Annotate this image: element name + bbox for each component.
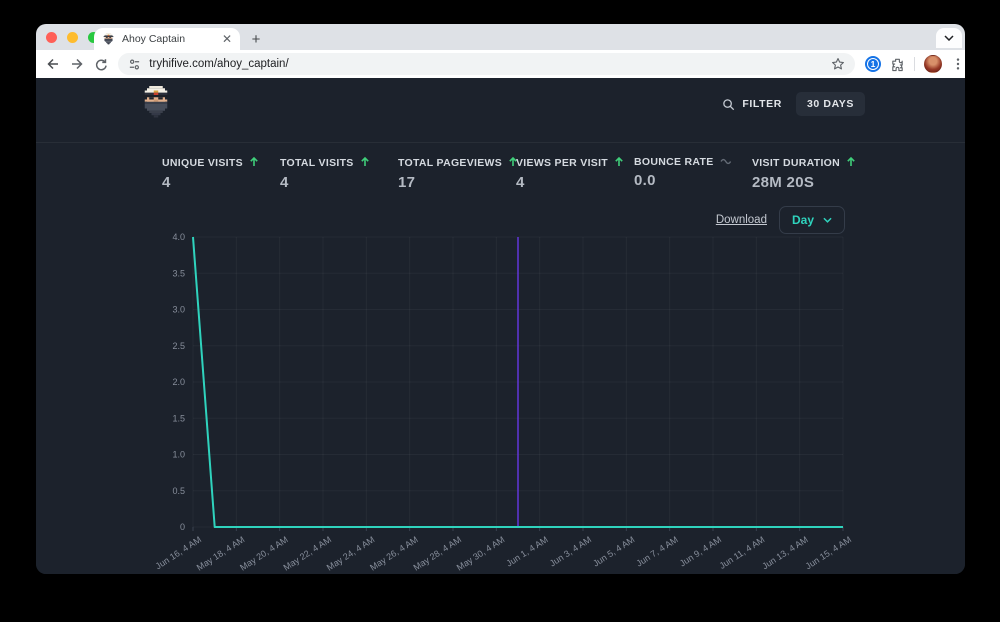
trend-up-icon (846, 156, 856, 170)
svg-text:Jun 9, 4 AM: Jun 9, 4 AM (678, 534, 723, 568)
bookmark-star-icon[interactable] (831, 57, 845, 71)
svg-text:3.5: 3.5 (172, 268, 185, 278)
stat-views-per-visit[interactable]: VIEWS PER VISIT 4 (516, 156, 634, 191)
visits-line-chart[interactable]: 4.03.53.02.52.01.51.00.50Jun 16, 4 AMMay… (36, 228, 965, 574)
stat-value: 4 (280, 174, 289, 191)
svg-text:1.5: 1.5 (172, 413, 185, 423)
svg-text:May 26, 4 AM: May 26, 4 AM (368, 534, 420, 572)
svg-text:May 20, 4 AM: May 20, 4 AM (238, 534, 290, 572)
stat-value: 28M 20S (752, 174, 815, 191)
stat-label: TOTAL PAGEVIEWS (398, 157, 503, 169)
browser-toolbar: tryhifive.com/ahoy_captain/ 1 (36, 50, 965, 78)
stat-label: VISIT DURATION (752, 157, 841, 169)
filter-label: FILTER (742, 98, 782, 110)
browser-tab[interactable]: Ahoy Captain ✕ (94, 28, 240, 50)
tab-search-button[interactable] (936, 28, 962, 48)
site-settings-icon[interactable] (128, 58, 141, 71)
interval-label: Day (791, 212, 814, 227)
svg-text:May 28, 4 AM: May 28, 4 AM (411, 534, 463, 572)
svg-text:Jun 5, 4 AM: Jun 5, 4 AM (591, 534, 636, 568)
stat-value: 4 (516, 174, 525, 191)
toolbar-divider (914, 57, 916, 71)
analytics-page: FILTER 30 DAYS UNIQUE VISITS 4 TOTAL VIS… (36, 78, 965, 574)
svg-text:Jun 11, 4 AM: Jun 11, 4 AM (717, 534, 766, 571)
svg-text:4.0: 4.0 (172, 232, 185, 242)
url-text: tryhifive.com/ahoy_captain/ (149, 58, 289, 70)
new-tab-button[interactable]: + (246, 29, 266, 49)
arrow-left-icon (47, 58, 58, 70)
stat-total-pageviews[interactable]: TOTAL PAGEVIEWS 17 (398, 156, 517, 191)
arrow-right-icon (71, 58, 83, 70)
section-divider (36, 142, 965, 143)
download-link[interactable]: Download (716, 214, 767, 226)
close-window-button[interactable] (46, 31, 57, 43)
trend-flat-icon (719, 156, 732, 168)
stat-label: UNIQUE VISITS (162, 157, 243, 169)
svg-text:May 22, 4 AM: May 22, 4 AM (281, 534, 333, 572)
chevron-down-icon (823, 217, 832, 223)
filter-button[interactable]: FILTER (722, 98, 782, 111)
stat-bounce-rate[interactable]: BOUNCE RATE 0.0 (634, 156, 752, 191)
address-bar[interactable]: tryhifive.com/ahoy_captain/ (118, 53, 856, 75)
svg-text:Jun 3, 4 AM: Jun 3, 4 AM (548, 534, 593, 568)
stats-row: UNIQUE VISITS 4 TOTAL VISITS 4 TOTAL PAG… (162, 156, 870, 191)
tab-title: Ahoy Captain (122, 33, 186, 45)
back-button[interactable] (41, 52, 65, 76)
browser-window: Ahoy Captain ✕ + tryhifive.com/ahoy_capt… (36, 24, 965, 574)
stat-label: TOTAL VISITS (280, 157, 354, 169)
password-extension-button[interactable]: 1 (865, 56, 882, 72)
stat-label: BOUNCE RATE (634, 156, 714, 168)
stat-visit-duration[interactable]: VISIT DURATION 28M 20S (752, 156, 870, 191)
app-logo-captain-icon[interactable] (138, 85, 174, 123)
stat-value: 17 (398, 174, 416, 191)
svg-text:2.0: 2.0 (172, 377, 185, 387)
profile-avatar-button[interactable] (924, 55, 943, 73)
reload-icon (96, 59, 108, 71)
stat-value: 0.0 (634, 172, 656, 189)
stat-value: 4 (162, 174, 171, 191)
reload-button[interactable] (89, 52, 113, 76)
chevron-down-icon (944, 35, 954, 41)
svg-text:Jun 7, 4 AM: Jun 7, 4 AM (634, 534, 679, 568)
date-range-button[interactable]: 30 DAYS (795, 92, 865, 116)
browser-menu-kebab-icon[interactable] (951, 57, 965, 71)
stat-label: VIEWS PER VISIT (516, 157, 609, 169)
tab-close-icon[interactable]: ✕ (222, 33, 232, 45)
svg-text:0: 0 (180, 522, 185, 532)
minimize-window-button[interactable] (67, 31, 78, 43)
svg-text:Jun 15, 4 AM: Jun 15, 4 AM (804, 534, 854, 571)
svg-text:Jun 1, 4 AM: Jun 1, 4 AM (504, 534, 549, 568)
svg-text:3.0: 3.0 (172, 305, 185, 315)
stat-total-visits[interactable]: TOTAL VISITS 4 (280, 156, 398, 191)
tab-strip: Ahoy Captain ✕ + (36, 24, 965, 50)
svg-text:May 30, 4 AM: May 30, 4 AM (455, 534, 507, 572)
svg-text:Jun 13, 4 AM: Jun 13, 4 AM (760, 534, 810, 571)
stat-unique-visits[interactable]: UNIQUE VISITS 4 (162, 156, 280, 191)
trend-up-icon (614, 156, 624, 170)
forward-button[interactable] (65, 52, 89, 76)
svg-text:0.5: 0.5 (172, 486, 185, 496)
svg-text:1.0: 1.0 (172, 450, 185, 460)
extensions-puzzle-icon[interactable] (890, 57, 905, 72)
search-icon (723, 98, 735, 110)
captain-favicon-icon (102, 33, 115, 46)
trend-up-icon (360, 156, 370, 170)
trend-up-icon (249, 156, 259, 170)
svg-text:2.5: 2.5 (172, 341, 185, 351)
